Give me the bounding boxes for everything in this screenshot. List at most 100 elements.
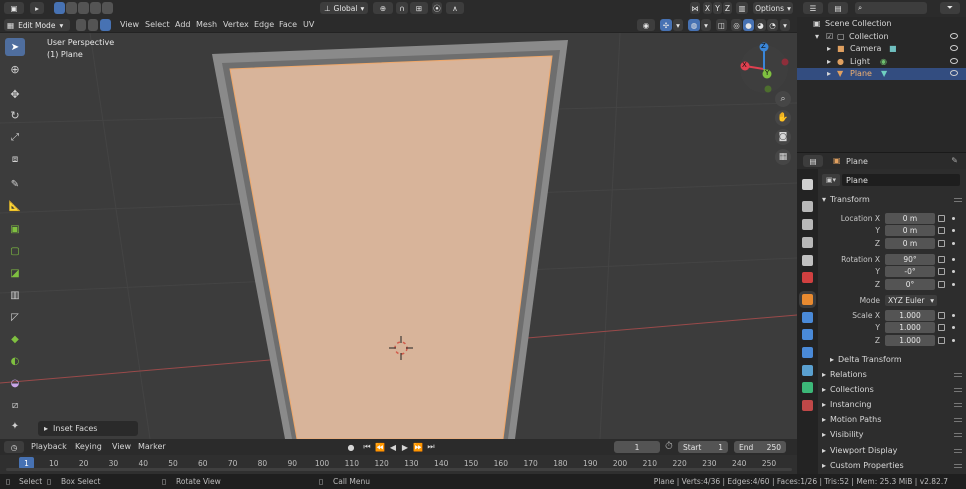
lock-icon[interactable] (938, 240, 945, 247)
object-browse-button[interactable]: ▣▾ (822, 174, 840, 186)
snap-toggle[interactable]: ∩ (396, 2, 408, 14)
play-reverse-button[interactable]: ◀ (388, 442, 398, 452)
tab-data-icon[interactable] (802, 382, 813, 393)
menu-select[interactable]: Select (145, 20, 170, 29)
tool-rotate[interactable]: ↻ (5, 106, 25, 124)
tool-poly-build[interactable]: ◆ (5, 330, 25, 348)
mirror-z-toggle[interactable]: Z (723, 2, 732, 14)
timeline-scrollbar[interactable] (6, 468, 792, 471)
xray-toggle[interactable]: ◫ (716, 19, 727, 31)
falloff-dropdown[interactable]: ∧ (446, 2, 464, 14)
timeline-menu-marker[interactable]: Marker (138, 442, 166, 451)
tool-shear[interactable]: ⧄ (5, 396, 25, 414)
drag-grip-icon[interactable] (954, 433, 962, 437)
tool-smooth[interactable]: ◒ (5, 374, 25, 392)
tab-constraints-icon[interactable] (802, 365, 813, 376)
timeline-menu-keying[interactable]: Keying (75, 442, 102, 451)
outliner-row-light[interactable]: ▸ ● Light ◉ (797, 56, 966, 68)
tool-spin[interactable]: ◐ (5, 352, 25, 370)
overlays-toggle[interactable]: ◍ (688, 19, 700, 31)
tool-rip[interactable]: ✦ (5, 417, 25, 435)
drag-grip-icon[interactable] (954, 449, 962, 453)
properties-editor-type-button[interactable]: ▤ (803, 155, 823, 167)
tab-tool-icon[interactable] (802, 179, 813, 190)
motion-paths-section-header[interactable]: ▸ Motion Paths (818, 413, 966, 427)
pan-button[interactable]: ✋ (775, 110, 791, 126)
proportional-edit-toggle[interactable]: ⦿ (432, 2, 442, 14)
shading-rendered-button[interactable]: ◔ (767, 19, 778, 31)
tab-scene-icon[interactable] (802, 255, 813, 266)
editor-type-button[interactable]: ▣ (4, 2, 24, 14)
transform-orientation-dropdown[interactable]: ⊥ Global ▾ (320, 2, 368, 14)
keyframe-dot-icon[interactable] (952, 326, 955, 329)
timeline-menu-playback[interactable]: Playback (31, 442, 67, 451)
edge-select-icon[interactable] (88, 19, 98, 31)
tab-output-icon[interactable] (802, 219, 813, 230)
menu-add[interactable]: Add (175, 20, 191, 29)
select-mode-invert-icon[interactable] (90, 2, 101, 14)
current-frame-field[interactable]: 1 (614, 441, 660, 453)
keyframe-dot-icon[interactable] (952, 242, 955, 245)
instancing-section-header[interactable]: ▸ Instancing (818, 398, 966, 412)
outliner-row-collection[interactable]: ▾ ☑ ▢ Collection (797, 31, 966, 43)
lock-icon[interactable] (938, 256, 945, 263)
location-y-field[interactable]: 0 m (885, 225, 935, 236)
pin-icon[interactable]: ✎ (951, 156, 958, 165)
record-button[interactable]: ● (346, 442, 356, 452)
collections-section-header[interactable]: ▸ Collections (818, 383, 966, 397)
keyframe-dot-icon[interactable] (952, 339, 955, 342)
tab-physics-icon[interactable] (802, 347, 813, 358)
zoom-button[interactable]: ⌕ (775, 91, 791, 107)
pivot-point-dropdown[interactable]: ⊕ (373, 2, 393, 14)
select-mode-extend-icon[interactable] (66, 2, 77, 14)
timeline-menu-view[interactable]: View (112, 442, 131, 451)
menu-mesh[interactable]: Mesh (196, 20, 217, 29)
keyframe-dot-icon[interactable] (952, 217, 955, 220)
menu-vertex[interactable]: Vertex (223, 20, 249, 29)
face-select-icon[interactable] (100, 19, 111, 31)
delta-transform-subsection[interactable]: ▸ Delta Transform (818, 353, 966, 367)
visibility-section-header[interactable]: ▸ Visibility (818, 428, 966, 442)
keyframe-dot-icon[interactable] (952, 270, 955, 273)
scale-x-field[interactable]: 1.000 (885, 310, 935, 321)
tool-transform[interactable]: ⧈ (5, 150, 25, 168)
gizmo-dropdown[interactable]: ▾ (673, 19, 683, 31)
lock-icon[interactable] (938, 337, 945, 344)
menu-edge[interactable]: Edge (254, 20, 274, 29)
tool-knife[interactable]: ◸ (5, 308, 25, 326)
location-z-field[interactable]: 0 m (885, 238, 935, 249)
3d-viewport[interactable]: X Y Z User Perspective (1) Plane ➤ ⊕ ✥ ↻… (0, 33, 797, 439)
object-name-field[interactable]: Plane (842, 174, 960, 186)
mirror-y-toggle[interactable]: Y (713, 2, 722, 14)
camera-view-button[interactable]: ◙ (775, 129, 791, 145)
keyframe-dot-icon[interactable] (952, 258, 955, 261)
outliner-row-scene-collection[interactable]: ▣ Scene Collection (797, 18, 966, 30)
lock-icon[interactable] (938, 268, 945, 275)
rotation-y-field[interactable]: -0° (885, 266, 935, 277)
outliner-row-plane[interactable]: ▸ ▼ Plane ▼ (797, 68, 966, 80)
overlays-dropdown[interactable]: ▾ (701, 19, 711, 31)
drag-grip-icon[interactable] (954, 464, 962, 468)
menu-uv[interactable]: UV (303, 20, 314, 29)
mode-dropdown[interactable]: ▦ Edit Mode ▾ (4, 19, 70, 31)
jump-key-back-button[interactable]: ⏪ (375, 442, 385, 452)
rotation-mode-dropdown[interactable]: XYZ Euler ▾ (885, 295, 937, 306)
keyframe-dot-icon[interactable] (952, 314, 955, 317)
tab-world-icon[interactable] (802, 272, 813, 283)
timeline-editor-type-button[interactable]: ◷ (4, 441, 24, 453)
eye-icon[interactable] (950, 45, 958, 51)
select-mode-new-icon[interactable] (54, 2, 65, 14)
outliner-row-camera[interactable]: ▸ ■ Camera ■ (797, 43, 966, 55)
shading-wireframe-button[interactable]: ◎ (731, 19, 742, 31)
vertex-select-icon[interactable] (76, 19, 86, 31)
lock-icon[interactable] (938, 312, 945, 319)
menu-face[interactable]: Face (279, 20, 297, 29)
drag-grip-icon[interactable] (954, 198, 962, 202)
menu-view[interactable]: View (120, 20, 139, 29)
jump-end-button[interactable]: ⏭ (426, 442, 436, 452)
snap-target-dropdown[interactable]: ⊞ (410, 2, 428, 14)
tool-loop-cut[interactable]: ▥ (5, 286, 25, 304)
tool-measure[interactable]: 📐 (5, 197, 25, 215)
keyframe-dot-icon[interactable] (952, 283, 955, 286)
keyframe-dot-icon[interactable] (952, 229, 955, 232)
